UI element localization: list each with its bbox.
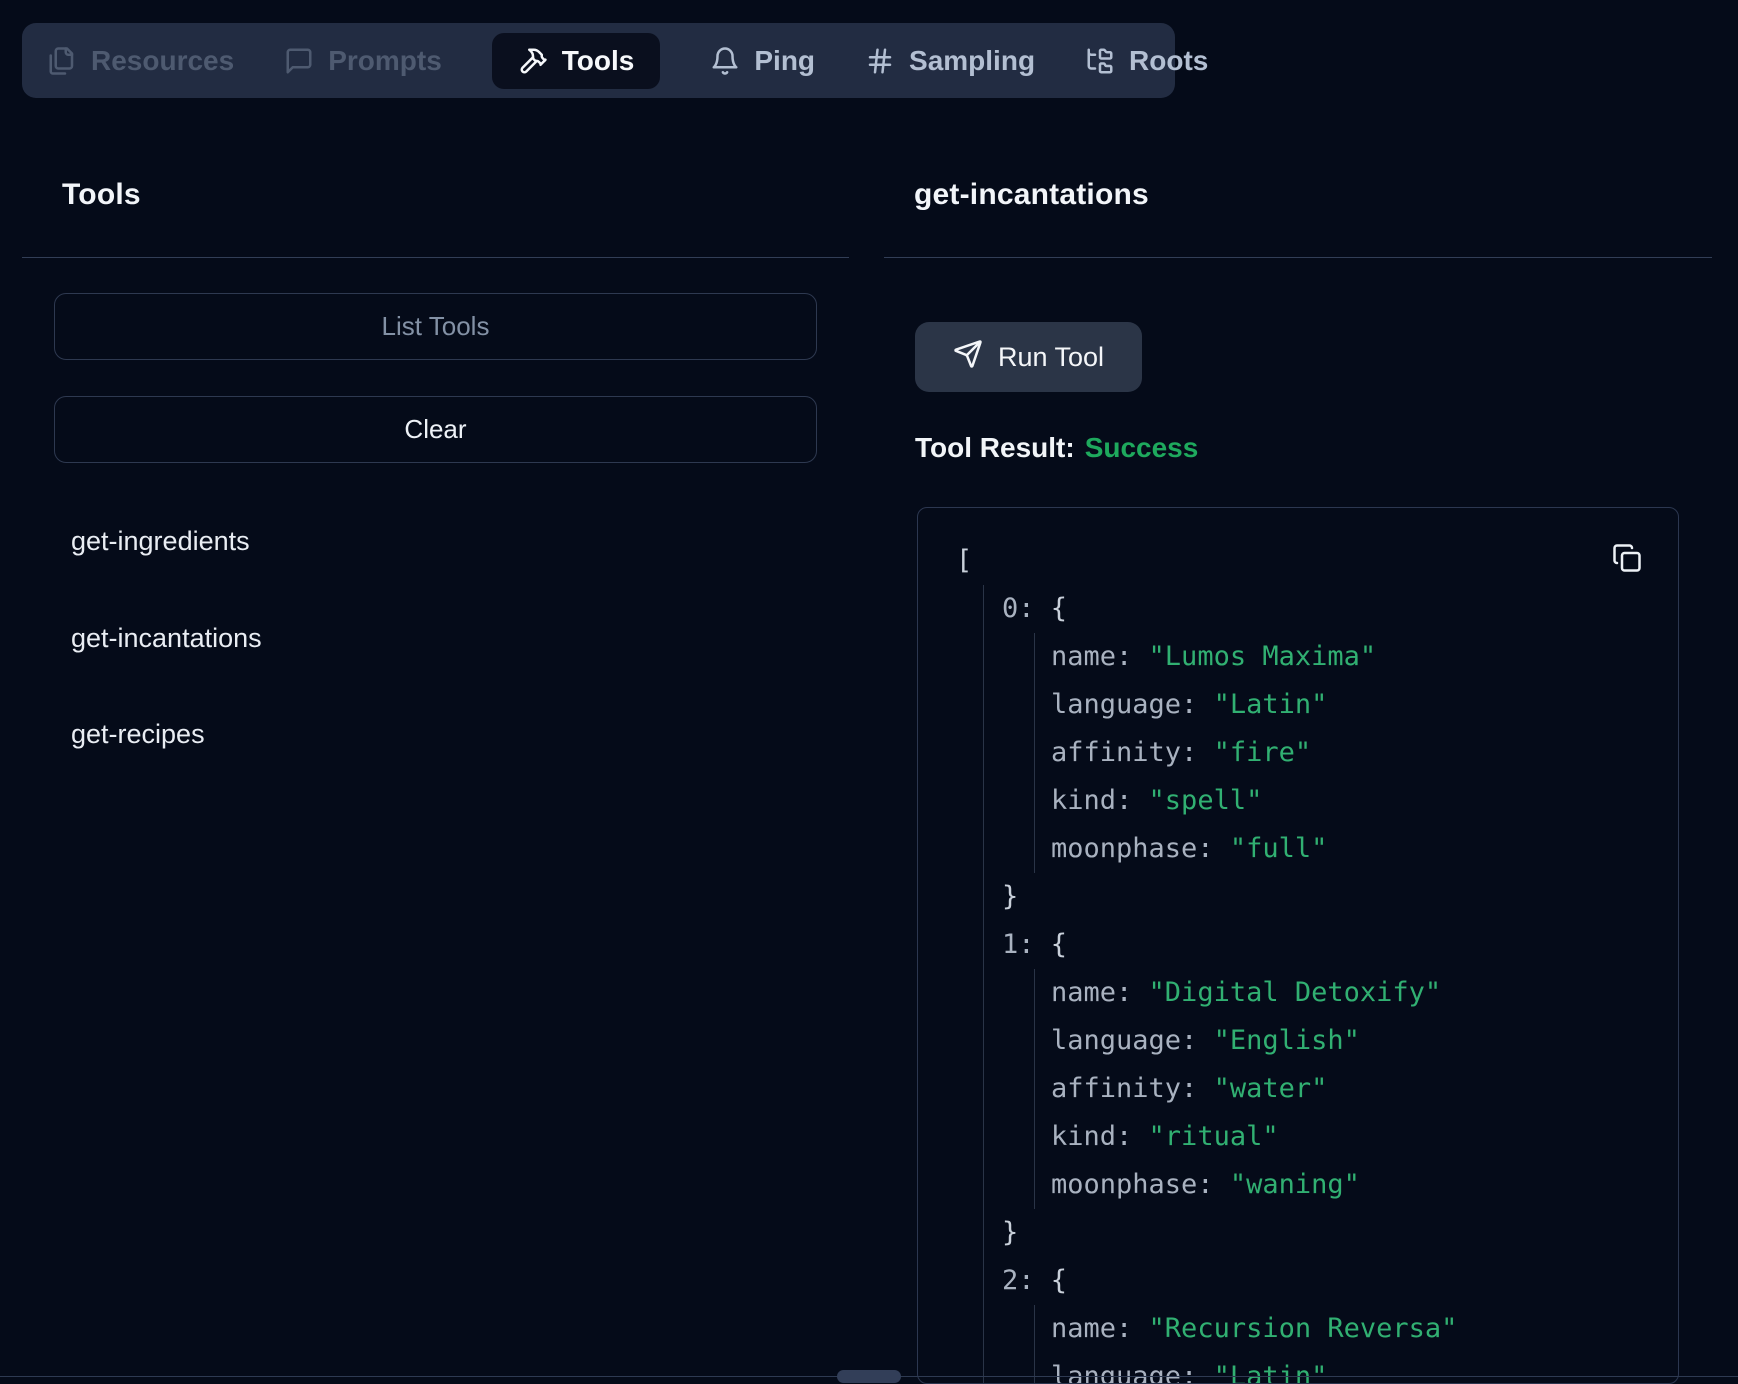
json-line: affinity: "fire" <box>918 729 1678 777</box>
tool-result-json-viewer: [0: {name: "Lumos Maxima"language: "Lati… <box>917 507 1679 1384</box>
copy-result-button[interactable] <box>1609 541 1645 577</box>
tool-list-item-get-incantations[interactable]: get-incantations <box>71 622 262 654</box>
tab-sampling[interactable]: Sampling <box>865 33 1035 89</box>
right-panel-divider <box>884 257 1712 258</box>
json-line: affinity: "water" <box>918 1065 1678 1113</box>
send-icon <box>953 339 983 376</box>
tool-result-line: Tool Result: Success <box>915 432 1198 464</box>
panel-resize-handle[interactable] <box>837 1370 901 1383</box>
run-tool-button[interactable]: Run Tool <box>915 322 1142 392</box>
json-indent-guide <box>1034 1305 1035 1384</box>
tab-ping[interactable]: Ping <box>710 33 815 89</box>
json-code: [0: {name: "Lumos Maxima"language: "Lati… <box>918 537 1678 1384</box>
tab-label: Resources <box>91 45 234 77</box>
top-tab-bar: ResourcesPromptsToolsPingSamplingRoots <box>22 23 1175 98</box>
left-panel-divider <box>22 257 849 258</box>
json-line: [ <box>918 537 1678 585</box>
json-indent-guide <box>1034 969 1035 1209</box>
tab-label: Sampling <box>909 45 1035 77</box>
clear-button[interactable]: Clear <box>54 396 817 463</box>
tool-list-item-get-ingredients[interactable]: get-ingredients <box>71 525 250 557</box>
json-line: kind: "spell" <box>918 777 1678 825</box>
tab-label: Roots <box>1129 45 1208 77</box>
tool-result-status: Success <box>1085 432 1199 463</box>
json-line: kind: "ritual" <box>918 1113 1678 1161</box>
tab-label: Prompts <box>328 45 442 77</box>
message-square-icon <box>284 46 314 76</box>
selected-tool-title: get-incantations <box>914 178 1149 212</box>
bell-icon <box>710 46 740 76</box>
tab-resources[interactable]: Resources <box>47 33 234 89</box>
tab-prompts[interactable]: Prompts <box>284 33 442 89</box>
json-line: 2: { <box>918 1257 1678 1305</box>
mcp-inspector-screen: Resources Prompts Tools Ping Sampling Roots T… <box>0 0 1738 1384</box>
json-line: } <box>918 873 1678 921</box>
tab-tools[interactable]: Tools <box>492 33 661 89</box>
tab-label: Tools <box>562 45 635 77</box>
json-line: language: "English" <box>918 1017 1678 1065</box>
hash-icon <box>865 46 895 76</box>
json-line: moonphase: "full" <box>918 825 1678 873</box>
files-icon <box>47 46 77 76</box>
folder-tree-icon <box>1085 46 1115 76</box>
json-indent-guide <box>983 585 984 1384</box>
json-line: moonphase: "waning" <box>918 1161 1678 1209</box>
run-tool-label: Run Tool <box>998 342 1104 373</box>
json-line: 1: { <box>918 921 1678 969</box>
json-line: language: "Latin" <box>918 1353 1678 1384</box>
left-panel-title: Tools <box>62 178 141 212</box>
tool-result-label: Tool Result: <box>915 432 1075 463</box>
tab-roots[interactable]: Roots <box>1085 33 1208 89</box>
json-indent-guide <box>1034 633 1035 873</box>
hammer-icon <box>518 46 548 76</box>
json-line: name: "Digital Detoxify" <box>918 969 1678 1017</box>
tab-label: Ping <box>754 45 815 77</box>
json-line: name: "Recursion Reversa" <box>918 1305 1678 1353</box>
json-line: language: "Latin" <box>918 681 1678 729</box>
json-line: name: "Lumos Maxima" <box>918 633 1678 681</box>
json-line: 0: { <box>918 585 1678 633</box>
list-tools-button[interactable]: List Tools <box>54 293 817 360</box>
tool-list-item-get-recipes[interactable]: get-recipes <box>71 718 205 750</box>
json-line: } <box>918 1209 1678 1257</box>
copy-icon <box>1612 561 1642 576</box>
